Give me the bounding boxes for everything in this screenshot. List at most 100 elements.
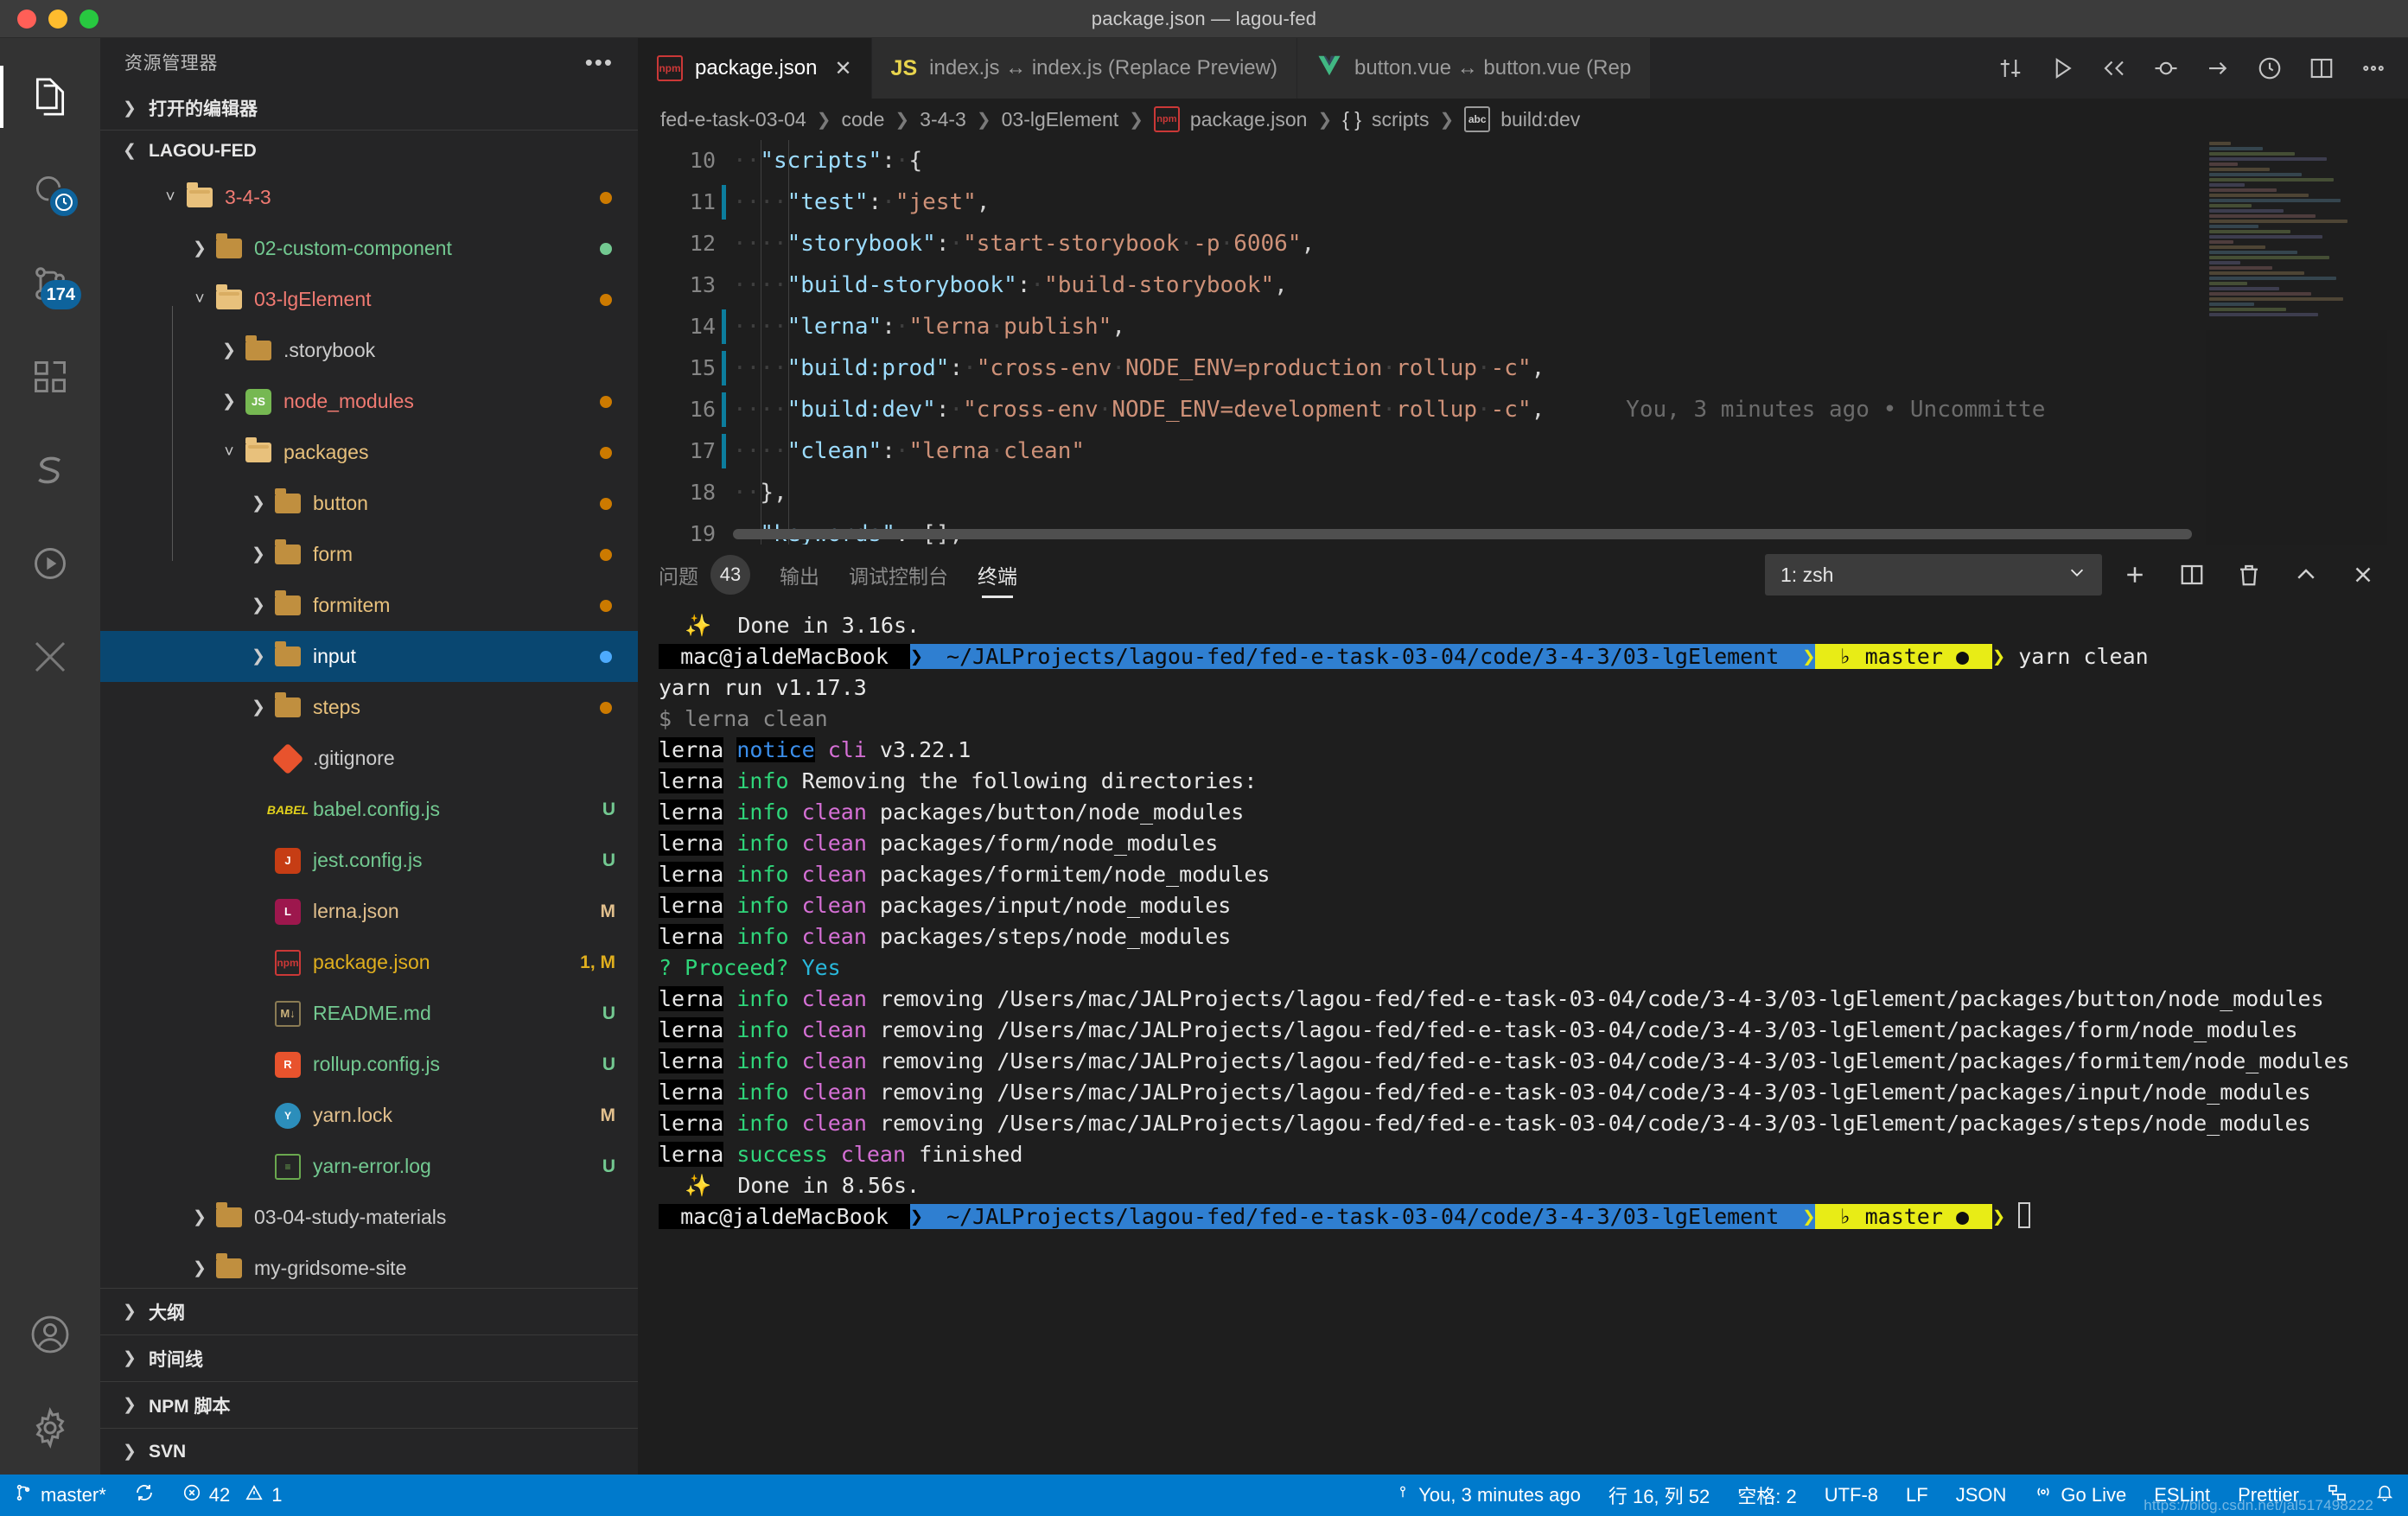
tree-item-my-gridsome-site[interactable]: ❯my-gridsome-site [100,1243,638,1288]
code-line[interactable]: ····"build:dev":·"cross-env·NODE_ENV=dev… [733,389,2408,430]
activity-item-svn[interactable] [0,424,100,517]
code-line[interactable]: ····"build-storybook":·"build-storybook"… [733,264,2408,306]
tree-item-package-json[interactable]: npmpackage.json1, M [100,937,638,988]
breadcrumb-item[interactable]: 03-lgElement [1002,108,1119,131]
tree-item-packages[interactable]: ˅packages [100,427,638,478]
panel-tab-output[interactable]: 输出 [780,545,819,605]
tree-item-jest-config-js[interactable]: Jjest.config.jsU [100,835,638,886]
activity-item-settings[interactable] [0,1381,100,1475]
split-diff-icon[interactable] [1984,38,2036,99]
breadcrumb-item[interactable]: fed-e-task-03-04 [660,108,806,131]
status-git-blame[interactable]: You, 3 minutes ago [1381,1475,1595,1516]
tree-item-rollup-config-js[interactable]: Rrollup.config.jsU [100,1039,638,1090]
terminal-output[interactable]: ✨ Done in 3.16s. mac@jaldeMacBook ❯ ~/JA… [638,605,2408,1475]
panel-tab-label: 输出 [780,560,819,589]
terminal-prompt-path: ~/JALProjects/lagou-fed/fed-e-task-03-04… [923,1204,1802,1229]
tree-item-babel-config-js[interactable]: BABELbabel.config.jsU [100,784,638,835]
tree-item--gitignore[interactable]: .gitignore [100,733,638,784]
tree-item-form[interactable]: ❯form [100,529,638,580]
code-content[interactable]: ··"scripts":·{····"test":·"jest",····"st… [733,140,2408,545]
activity-item-search[interactable] [0,143,100,237]
tree-item-input[interactable]: ❯input [100,631,638,682]
split-editor-icon[interactable] [2296,38,2347,99]
section-timeline[interactable]: ❯ 时间线 [100,1334,638,1381]
tree-item-02-custom-component[interactable]: ❯02-custom-component [100,223,638,274]
tree-item-yarn-error-log[interactable]: ≡yarn-error.logU [100,1141,638,1192]
close-tab-icon[interactable]: ✕ [834,56,851,81]
status-go-live[interactable]: Go Live [2020,1475,2140,1516]
run-icon[interactable] [2036,38,2088,99]
code-line[interactable]: ··"scripts":·{ [733,140,2408,182]
activity-item-extensions[interactable] [0,330,100,424]
tree-item-3-4-3[interactable]: ˅3-4-3 [100,172,638,223]
activity-item-debug[interactable] [0,517,100,610]
section-svn[interactable]: ❯ SVN [100,1428,638,1475]
file-tree[interactable]: ˅3-4-3❯02-custom-component˅03-lgElement❯… [100,172,638,1288]
more-icon[interactable] [2347,38,2399,99]
status-language-mode[interactable]: JSON [1942,1475,2021,1516]
section-workspace[interactable]: ❮ LAGOU-FED [100,130,638,172]
status-branch[interactable]: master* [0,1475,120,1516]
breadcrumb-item[interactable]: package.json [1190,108,1308,131]
status-eslint[interactable]: ESLint [2140,1475,2224,1516]
code-line[interactable]: ····"storybook":·"start-storybook·-p·600… [733,223,2408,264]
code-line[interactable]: ····"clean":·"lerna·clean" [733,430,2408,472]
status-cursor-position[interactable]: 行 16, 列 52 [1595,1475,1723,1516]
code-line[interactable]: ····"lerna":·"lerna·publish", [733,306,2408,347]
section-outline[interactable]: ❯ 大纲 [100,1288,638,1334]
tree-item-button[interactable]: ❯button [100,478,638,529]
split-terminal-icon[interactable] [2168,551,2216,599]
tree-item-03-04-study-materials[interactable]: ❯03-04-study-materials [100,1192,638,1243]
breadcrumb[interactable]: fed-e-task-03-04❯code❯3-4-3❯03-lgElement… [638,99,2408,140]
clock-icon[interactable] [2244,38,2296,99]
activity-item-explorer[interactable] [0,50,100,143]
status-notifications[interactable] [2361,1475,2408,1516]
editor-tab-index-js[interactable]: JSindex.js ↔ index.js (Replace Preview) [872,38,1297,99]
code-back-icon[interactable] [2088,38,2140,99]
code-editor[interactable]: 1011121314151617181920 ··"scripts":·{···… [638,140,2408,545]
section-open-editors[interactable]: ❯ 打开的编辑器 [100,87,638,130]
arrow-circle-icon[interactable] [2192,38,2244,99]
panel-tab-debug-console[interactable]: 调试控制台 [849,545,948,605]
activity-item-account[interactable] [0,1288,100,1381]
status-problems[interactable]: 42 1 [169,1475,296,1516]
tree-item-lerna-json[interactable]: Llerna.jsonM [100,886,638,937]
minimap[interactable] [2206,140,2387,545]
breadcrumb-item[interactable]: build:dev [1500,108,1580,131]
code-line[interactable]: ····"test":·"jest", [733,182,2408,223]
section-npm-scripts[interactable]: ❯ NPM 脚本 [100,1381,638,1428]
tree-item-formitem[interactable]: ❯formitem [100,580,638,631]
tree-item-steps[interactable]: ❯steps [100,682,638,733]
kill-terminal-icon[interactable] [2225,551,2273,599]
tree-item-node-modules[interactable]: ❯JSnode_modules [100,376,638,427]
editor-tab-button-vue[interactable]: button.vue ↔ button.vue (Rep [1297,38,1651,99]
editor-tabs[interactable]: npmpackage.json✕JSindex.js ↔ index.js (R… [638,38,2408,99]
editor-tab-package-json[interactable]: npmpackage.json✕ [638,38,872,99]
breadcrumb-item[interactable]: 3-4-3 [920,108,966,131]
new-terminal-icon[interactable] [2111,551,2159,599]
status-indentation[interactable]: 空格: 2 [1723,1475,1810,1516]
tree-item--storybook[interactable]: ❯.storybook [100,325,638,376]
sidebar-more-icon[interactable]: ••• [585,57,614,67]
status-encoding[interactable]: UTF-8 [1811,1475,1892,1516]
status-sync[interactable] [120,1475,169,1516]
activity-item-source-control[interactable]: 174 [0,237,100,330]
status-eol[interactable]: LF [1892,1475,1942,1516]
circle-icon[interactable] [2140,38,2192,99]
breadcrumb-item[interactable]: code [842,108,885,131]
status-remote[interactable] [2313,1475,2361,1516]
code-line[interactable]: ····"build:prod":·"cross-env·NODE_ENV=pr… [733,347,2408,389]
tree-item-yarn-lock[interactable]: Yyarn.lockM [100,1090,638,1141]
panel-tab-problems[interactable]: 问题 43 [659,545,750,605]
activity-item-testing[interactable] [0,610,100,704]
status-prettier[interactable]: Prettier [2224,1475,2313,1516]
code-line[interactable]: ··}, [733,472,2408,513]
panel-tab-terminal[interactable]: 终端 [978,545,1017,605]
editor-horizontal-scrollbar[interactable] [733,529,2192,539]
terminal-selector[interactable]: 1: zsh [1765,554,2102,596]
tree-item-03-lgelement[interactable]: ˅03-lgElement [100,274,638,325]
breadcrumb-item[interactable]: scripts [1372,108,1429,131]
close-panel-icon[interactable] [2339,551,2387,599]
tree-item-readme-md[interactable]: M↓README.mdU [100,988,638,1039]
maximize-panel-icon[interactable] [2282,551,2330,599]
